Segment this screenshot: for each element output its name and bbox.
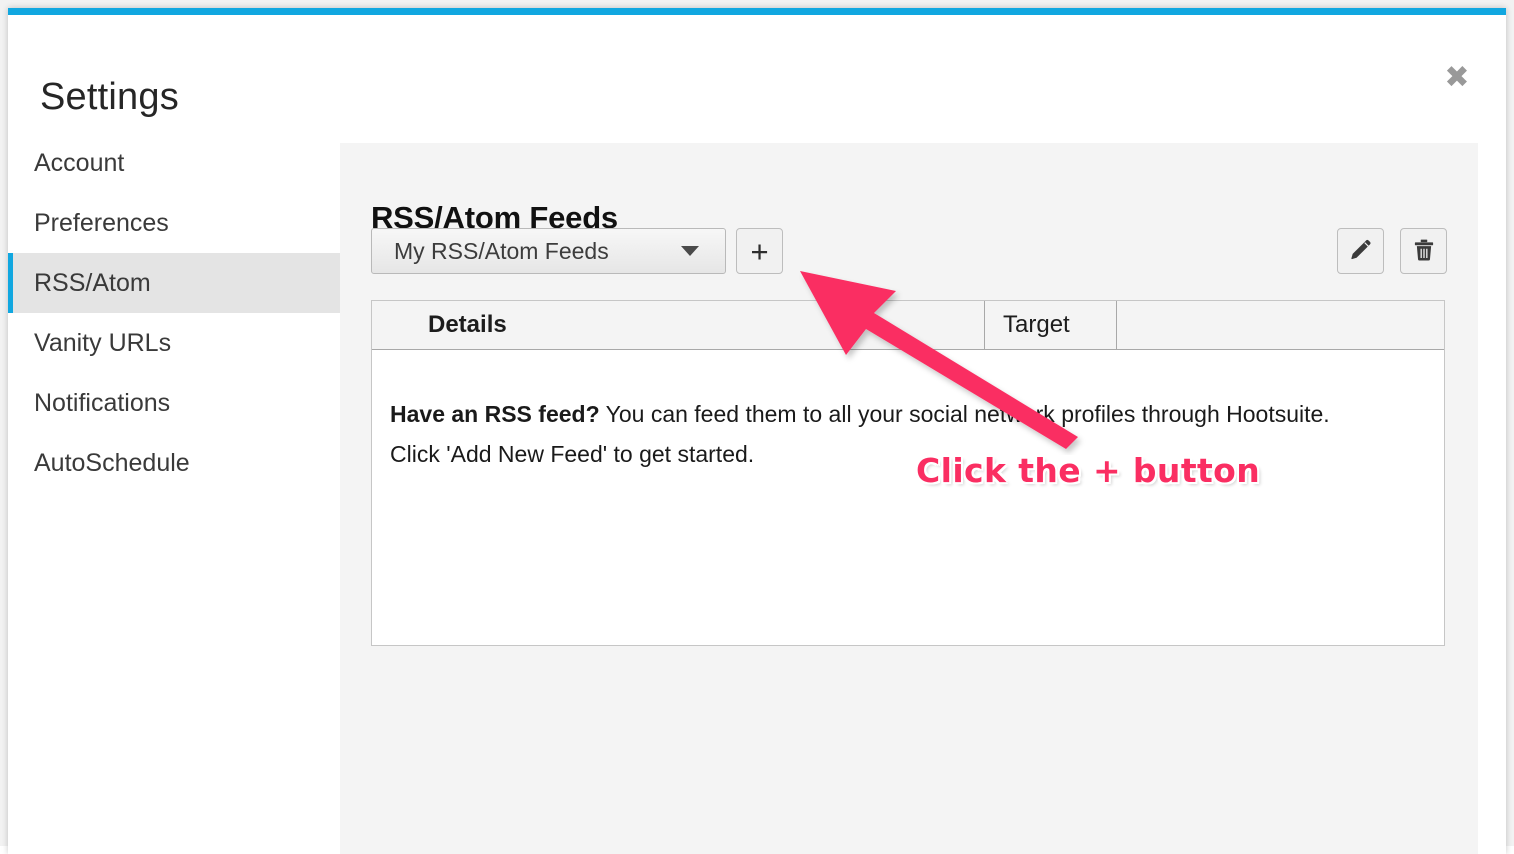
sidebar-item-label: AutoSchedule (34, 449, 190, 478)
feeds-toolbar: My RSS/Atom Feeds + (371, 228, 1447, 274)
empty-state-lead: Have an RSS feed? (390, 401, 600, 427)
sidebar-item-vanity-urls[interactable]: Vanity URLs (8, 313, 340, 373)
sidebar-item-notifications[interactable]: Notifications (8, 373, 340, 433)
pencil-icon (1348, 237, 1374, 266)
empty-state-body: You can feed them to all your social net… (600, 401, 1330, 427)
edit-feed-button[interactable] (1337, 228, 1384, 274)
sidebar-item-label: Preferences (34, 209, 169, 238)
table-header-row: Details Target (372, 301, 1444, 350)
column-header-details: Details (372, 301, 984, 349)
settings-sidebar: Account Preferences RSS/Atom Vanity URLs… (8, 133, 340, 493)
sidebar-item-rss-atom[interactable]: RSS/Atom (8, 253, 340, 313)
column-header-target: Target (984, 301, 1117, 349)
sidebar-item-label: Vanity URLs (34, 329, 171, 358)
add-feed-button[interactable]: + (736, 228, 783, 274)
trash-icon (1411, 237, 1437, 266)
feeds-table: Details Target Have an RSS feed? You can… (371, 300, 1445, 646)
sidebar-item-preferences[interactable]: Preferences (8, 193, 340, 253)
column-header-actions (1117, 301, 1444, 349)
sidebar-item-account[interactable]: Account (8, 133, 340, 193)
feed-select-value: My RSS/Atom Feeds (372, 238, 681, 265)
empty-state-cta: Click 'Add New Feed' to get started. (390, 441, 754, 467)
page-title: Settings (40, 78, 179, 116)
sidebar-item-label: Notifications (34, 389, 170, 418)
delete-feed-button[interactable] (1400, 228, 1447, 274)
settings-modal: Settings ✖ Account Preferences RSS/Atom … (8, 8, 1506, 854)
feed-select[interactable]: My RSS/Atom Feeds (371, 228, 726, 274)
rss-atom-panel: RSS/Atom Feeds My RSS/Atom Feeds + (340, 143, 1478, 854)
chevron-down-icon (681, 246, 699, 256)
sidebar-item-label: Account (34, 149, 124, 178)
sidebar-item-autoschedule[interactable]: AutoSchedule (8, 433, 340, 493)
table-body: Have an RSS feed? You can feed them to a… (372, 350, 1444, 474)
sidebar-item-label: RSS/Atom (34, 269, 151, 298)
close-icon[interactable]: ✖ (1440, 61, 1474, 95)
empty-state-message: Have an RSS feed? You can feed them to a… (390, 395, 1444, 474)
